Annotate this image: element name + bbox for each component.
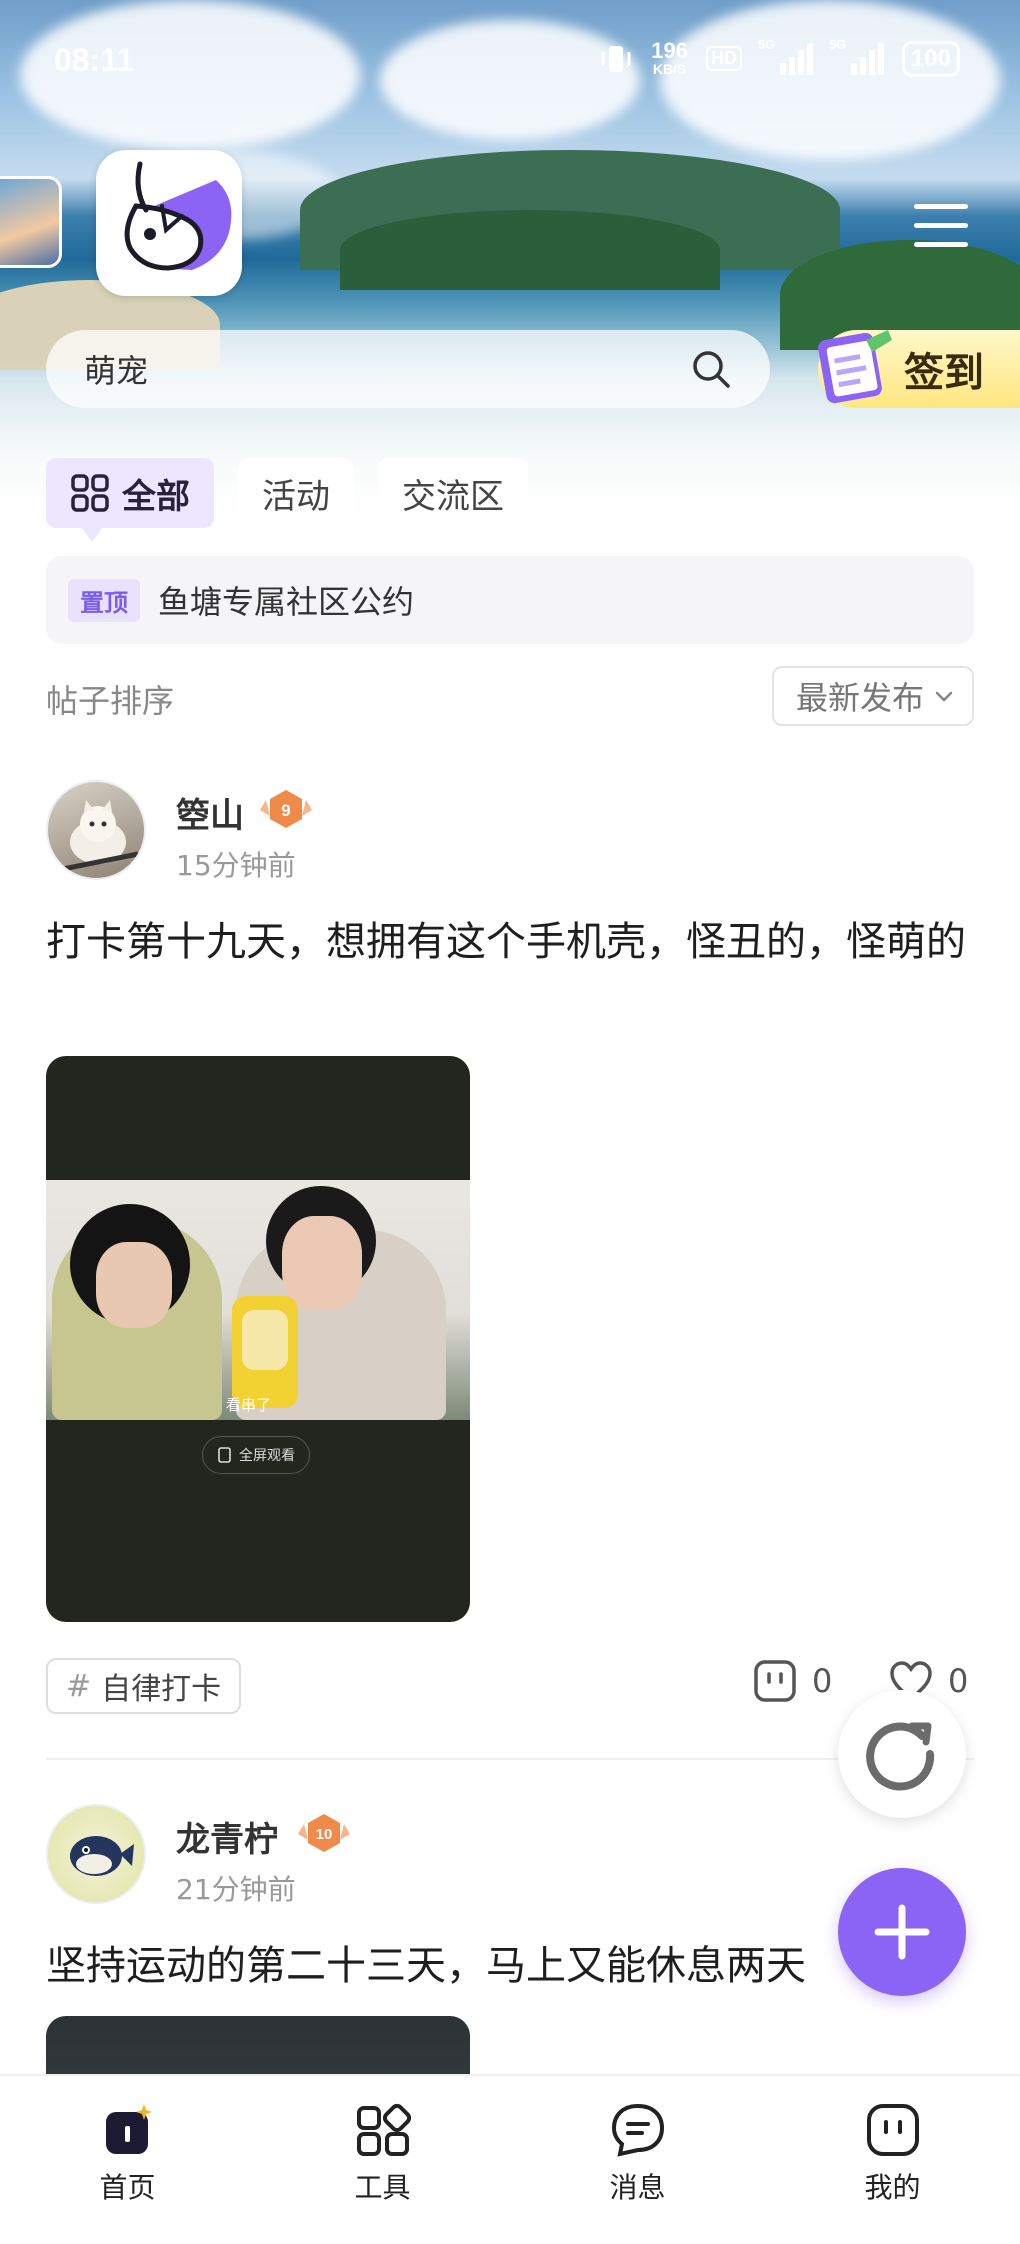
svg-text:9: 9 <box>281 801 290 820</box>
video-caption: 看串了 <box>226 1396 272 1414</box>
pinned-text: 鱼塘专属社区公约 <box>158 583 415 621</box>
topic-tag[interactable]: # 自律打卡 <box>46 1658 242 1714</box>
svg-text:10: 10 <box>316 1826 333 1843</box>
status-bar: 08:11 196 KB/S HD 5G 5G 100 <box>0 0 1020 120</box>
status-time: 08:11 <box>54 42 135 78</box>
comment-icon <box>754 1660 796 1702</box>
search-input[interactable]: 萌宠 <box>46 330 770 408</box>
refresh-button[interactable] <box>838 1690 966 1818</box>
tab-discussion[interactable]: 交流区 <box>378 458 528 528</box>
menu-icon[interactable] <box>914 204 968 248</box>
category-tabs: 全部 活动 交流区 <box>46 458 528 542</box>
sort-dropdown[interactable]: 最新发布 <box>771 666 974 726</box>
nav-label: 我的 <box>864 2171 921 2204</box>
clipboard-icon <box>818 330 892 404</box>
app-logo[interactable] <box>96 150 242 296</box>
post-card[interactable]: 箜山 9 15分钟前 打卡第十九天，想拥有这个手机壳，怪丑的，怪萌的 看串了 全… <box>46 780 974 1720</box>
nav-label: 工具 <box>354 2171 411 2204</box>
vibrate-icon <box>601 45 631 72</box>
fullscreen-button[interactable]: 全屏观看 <box>202 1436 310 1474</box>
post-card[interactable]: 龙青柠 10 21分钟前 坚持运动的第二十三天，马上又能休息两天 <box>46 1804 974 2074</box>
post-image[interactable] <box>46 2016 470 2074</box>
tab-label: 活动 <box>262 476 330 517</box>
home-icon <box>105 2104 152 2154</box>
nav-messages[interactable]: 消息 <box>510 2076 765 2244</box>
post-time: 21分钟前 <box>176 1873 296 1906</box>
cat-avatar-icon <box>57 800 139 873</box>
comment-button[interactable]: 0 <box>752 1658 832 1704</box>
level-badge-icon: 10 <box>298 1814 350 1852</box>
pinned-badge: 置顶 <box>68 578 140 622</box>
tab-label: 交流区 <box>402 476 504 517</box>
sort-selected: 最新发布 <box>795 679 924 717</box>
post-divider <box>46 1758 974 1760</box>
fish-logo-icon <box>124 161 232 271</box>
plus-icon <box>874 1904 930 1960</box>
search-icon[interactable] <box>690 348 732 390</box>
like-count: 0 <box>948 1662 969 1700</box>
signal-icon: 5G <box>829 37 884 75</box>
post-image[interactable]: 看串了 全屏观看 <box>46 1056 470 1622</box>
hd-badge: HD <box>705 46 742 71</box>
fullscreen-label: 全屏观看 <box>239 1448 295 1464</box>
post-time: 15分钟前 <box>176 849 296 882</box>
side-avatar[interactable] <box>0 176 62 268</box>
avatar[interactable] <box>46 1804 146 1904</box>
checkin-label: 签到 <box>904 350 984 396</box>
nav-profile[interactable]: 我的 <box>765 2076 1020 2244</box>
tab-activity[interactable]: 活动 <box>238 458 354 528</box>
nav-label: 消息 <box>609 2171 666 2204</box>
tab-all[interactable]: 全部 <box>46 458 214 542</box>
checkin-button[interactable]: 签到 <box>818 330 1020 408</box>
nav-tools[interactable]: 工具 <box>255 2076 510 2244</box>
search-value: 萌宠 <box>84 352 149 390</box>
pufferfish-avatar-icon <box>70 1836 134 1876</box>
post-text: 打卡第十九天，想拥有这个手机壳，怪丑的，怪萌的 <box>46 919 966 965</box>
tools-icon <box>356 2103 411 2156</box>
pinned-notice[interactable]: 置顶 鱼塘专属社区公约 <box>46 556 974 644</box>
bottom-nav: 首页 工具 消息 我的 <box>0 2074 1020 2244</box>
profile-icon <box>866 2104 919 2156</box>
fullscreen-icon <box>218 1447 231 1463</box>
refresh-icon <box>866 1722 935 1791</box>
comment-count: 0 <box>812 1662 833 1700</box>
signal-icon: 5G <box>758 37 813 75</box>
net-speed: 196 KB/S <box>651 38 688 77</box>
battery-indicator: 100 <box>901 40 960 77</box>
sort-label: 帖子排序 <box>46 682 175 720</box>
nav-home[interactable]: 首页 <box>0 2076 255 2244</box>
chevron-down-icon <box>935 691 953 702</box>
username[interactable]: 龙青柠 <box>176 1812 278 1861</box>
avatar[interactable] <box>46 780 146 880</box>
nav-label: 首页 <box>99 2171 156 2204</box>
compose-button[interactable] <box>838 1868 966 1996</box>
tab-label: 全部 <box>122 476 190 517</box>
username[interactable]: 箜山 <box>176 788 244 837</box>
hash-icon: # <box>66 1668 92 1704</box>
post-text: 坚持运动的第二十三天，马上又能休息两天 <box>46 1943 806 1989</box>
grid-icon <box>71 474 109 512</box>
message-icon <box>611 2103 664 2157</box>
topic-tag-label: 自律打卡 <box>101 1672 222 1707</box>
status-icons: 196 KB/S HD 5G 5G 100 <box>599 37 960 77</box>
level-badge-icon: 9 <box>260 790 312 828</box>
video-frame: 看串了 <box>46 1180 470 1420</box>
